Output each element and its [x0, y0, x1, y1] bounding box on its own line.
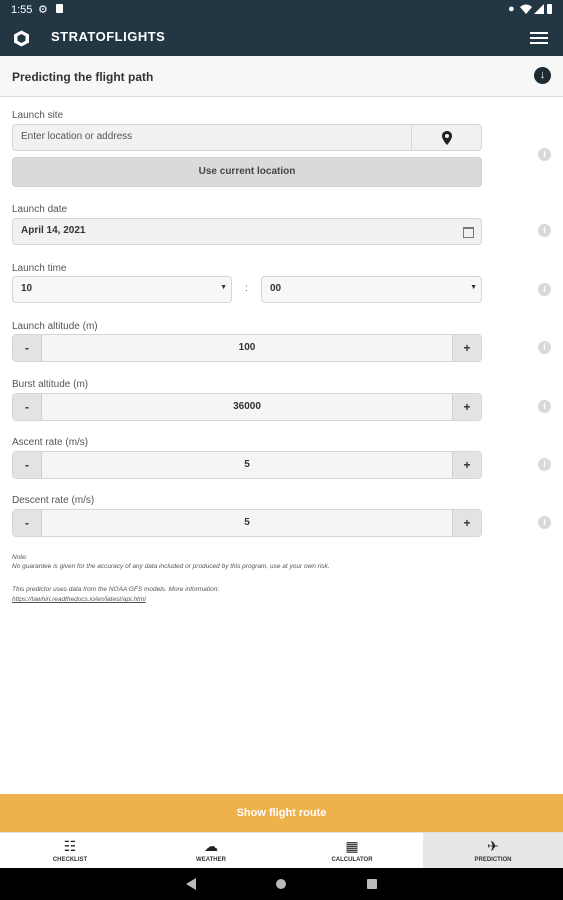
burst-altitude-increment-button[interactable]: +	[452, 394, 481, 420]
home-nav-icon[interactable]	[276, 879, 286, 889]
launch-date-value: April 14, 2021	[21, 225, 86, 236]
disclaimer-text: No guarantee is given for the accuracy o…	[12, 563, 330, 570]
tab-prediction-label: PREDICTION	[474, 857, 512, 863]
launch-site-input[interactable]: Enter location or address	[12, 124, 412, 151]
launch-minute-value: 00	[270, 283, 282, 294]
app-bar: STRATOFLIGHTS	[0, 20, 563, 56]
ascent-rate-label: Ascent rate (m/s)	[12, 437, 89, 448]
launch-date-label: Launch date	[12, 204, 68, 215]
map-pin-button[interactable]	[411, 124, 482, 151]
menu-icon[interactable]	[530, 29, 548, 45]
launch-altitude-info-icon[interactable]: i	[538, 341, 551, 354]
launch-site-info-icon[interactable]: i	[538, 148, 551, 161]
airplane-icon: ✈	[487, 838, 499, 854]
battery-status-icon	[547, 4, 552, 14]
calculator-icon: ▦	[345, 838, 359, 854]
system-nav-bar	[0, 868, 563, 900]
tab-checklist-label: CHECKLIST	[52, 857, 88, 863]
burst-altitude-info-icon[interactable]: i	[538, 400, 551, 413]
settings-status-icon: ⚙	[38, 4, 48, 16]
burst-altitude-value[interactable]: 36000	[41, 401, 453, 412]
back-nav-icon[interactable]	[186, 878, 196, 890]
recents-nav-icon[interactable]	[367, 879, 377, 889]
hour-dropdown-icon: ▼	[220, 284, 227, 291]
calendar-icon	[463, 227, 474, 238]
status-time: 1:55	[11, 4, 33, 16]
launch-hour-select[interactable]: 10 ▼	[12, 276, 232, 303]
burst-altitude-label: Burst altitude (m)	[12, 379, 89, 390]
tab-checklist[interactable]: ☷ CHECKLIST	[0, 833, 140, 869]
time-separator: :	[245, 283, 248, 294]
descent-rate-increment-button[interactable]: +	[452, 510, 481, 536]
launch-time-label: Launch time	[12, 263, 67, 274]
ascent-rate-decrement-button[interactable]: -	[13, 452, 42, 478]
descent-rate-stepper: - 5 +	[12, 509, 482, 537]
ascent-rate-info-icon[interactable]: i	[538, 458, 551, 471]
minute-dropdown-icon: ▼	[470, 284, 477, 291]
tab-calculator-label: CALCULATOR	[331, 857, 373, 863]
launch-minute-select[interactable]: 00 ▼	[261, 276, 482, 303]
app-title: STRATOFLIGHTS	[51, 29, 166, 44]
checklist-icon: ☷	[63, 838, 77, 854]
launch-date-input[interactable]: April 14, 2021	[12, 218, 482, 245]
burst-altitude-stepper: - 36000 +	[12, 393, 482, 421]
ascent-rate-value[interactable]: 5	[41, 459, 453, 470]
use-current-location-button[interactable]: Use current location	[12, 157, 482, 187]
launch-date-info-icon[interactable]: i	[538, 224, 551, 237]
ascent-rate-increment-button[interactable]: +	[452, 452, 481, 478]
tab-weather-label: WEATHER	[196, 857, 226, 863]
map-pin-icon	[442, 131, 452, 145]
section-header: Predicting the flight path ↓	[0, 56, 563, 97]
bottom-tab-bar: ☷ CHECKLIST ☁ WEATHER ▦ CALCULATOR ✈ PRE…	[0, 832, 563, 869]
wifi-status-icon	[520, 4, 532, 14]
burst-altitude-decrement-button[interactable]: -	[13, 394, 42, 420]
descent-rate-decrement-button[interactable]: -	[13, 510, 42, 536]
tab-weather[interactable]: ☁ WEATHER	[141, 833, 281, 869]
descent-rate-info-icon[interactable]: i	[538, 516, 551, 529]
descent-rate-label: Descent rate (m/s)	[12, 495, 95, 506]
launch-site-placeholder: Enter location or address	[21, 131, 133, 142]
launch-altitude-stepper: - 100 +	[12, 334, 482, 362]
tab-prediction[interactable]: ✈ PREDICTION	[423, 833, 563, 869]
tab-calculator[interactable]: ▦ CALCULATOR	[282, 833, 422, 869]
launch-altitude-label: Launch altitude (m)	[12, 321, 98, 332]
launch-altitude-value[interactable]: 100	[41, 342, 453, 353]
app-logo-icon	[14, 30, 29, 47]
show-flight-route-button[interactable]: Show flight route	[0, 794, 563, 832]
weather-icon: ☁	[204, 838, 218, 854]
location-status-icon: ●	[508, 3, 515, 15]
ascent-rate-stepper: - 5 +	[12, 451, 482, 479]
note-label: Note:	[12, 554, 28, 561]
more-info-link-text[interactable]: https://tawhiri.readthedocs.io/en/latest…	[12, 596, 146, 603]
status-bar: 1:55 ⚙ ●	[0, 0, 563, 20]
signal-status-icon	[534, 4, 544, 14]
data-source-text: This predictor uses data from the NOAA G…	[12, 586, 220, 593]
launch-hour-value: 10	[21, 283, 33, 294]
more-info-link[interactable]: https://tawhiri.readthedocs.io/en/latest…	[12, 596, 146, 603]
sim-status-icon	[56, 4, 63, 13]
launch-altitude-decrement-button[interactable]: -	[13, 335, 42, 361]
launch-site-label: Launch site	[12, 110, 64, 121]
section-title: Predicting the flight path	[12, 70, 154, 84]
descent-rate-value[interactable]: 5	[41, 517, 453, 528]
launch-altitude-increment-button[interactable]: +	[452, 335, 481, 361]
launch-time-info-icon[interactable]: i	[538, 283, 551, 296]
download-icon[interactable]: ↓	[534, 67, 551, 84]
